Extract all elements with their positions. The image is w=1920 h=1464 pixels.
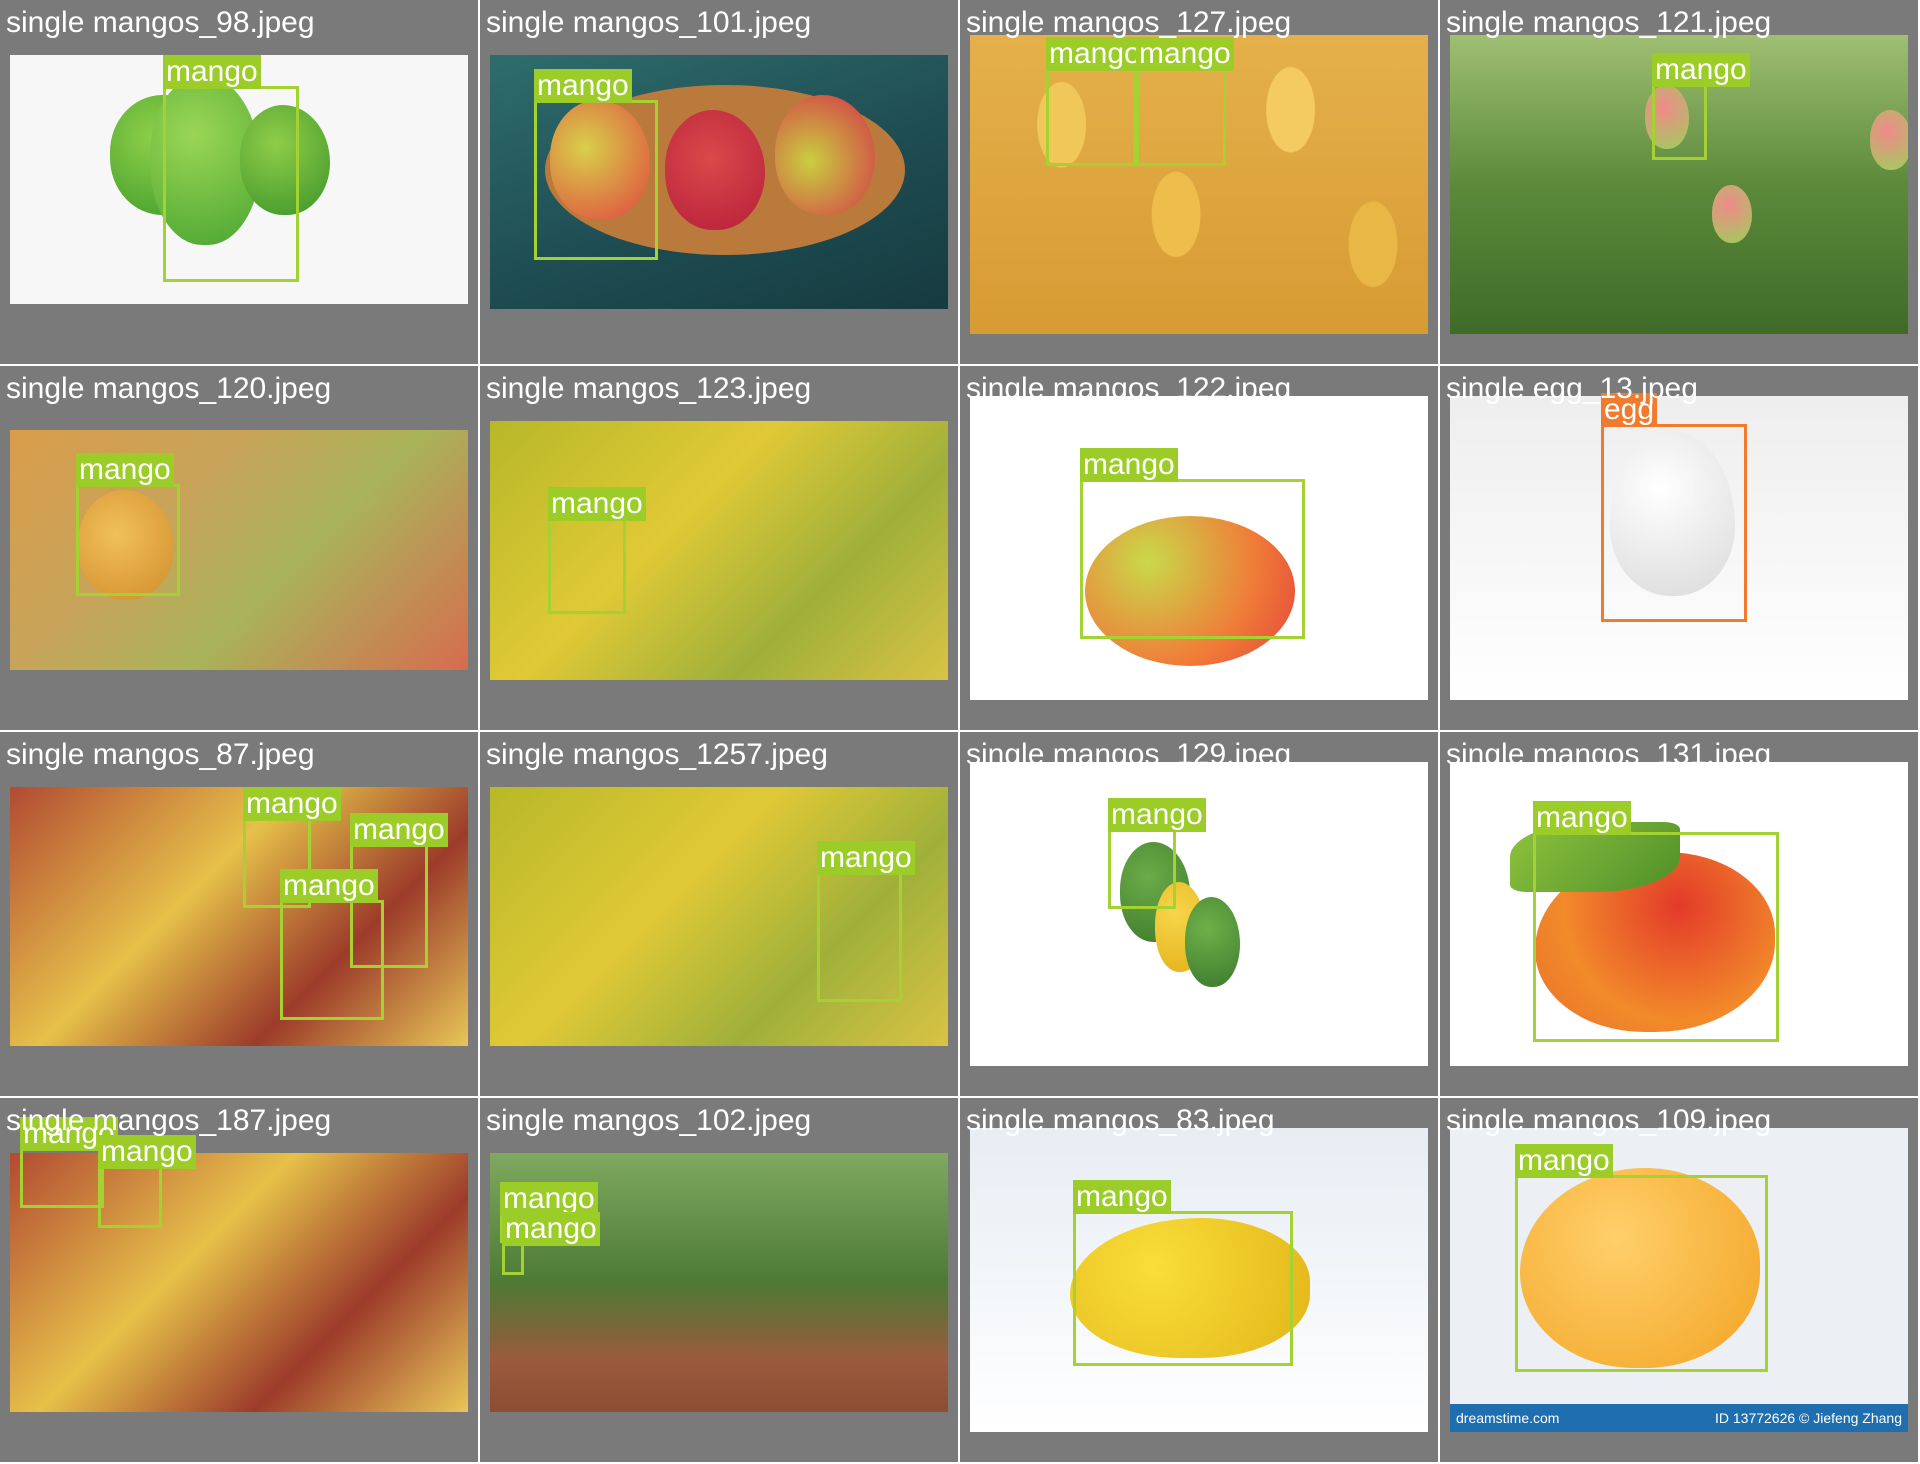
image-tile[interactable]: mango single mangos_123.jpeg — [480, 366, 960, 732]
detection-box: mango — [1515, 1144, 1768, 1372]
detection-label: mango — [1515, 1144, 1613, 1178]
detection-box: mango — [20, 1117, 118, 1208]
detection-box: mango — [76, 453, 180, 596]
image-tile[interactable]: mango single mangos_131.jpeg — [1440, 732, 1920, 1098]
tile-title: single mangos_127.jpeg — [966, 6, 1292, 39]
detection-label: mango — [1652, 53, 1750, 87]
detection-box: mango — [98, 1135, 196, 1228]
tile-title: single mangos_123.jpeg — [486, 372, 812, 405]
tile-title: single mangos_187.jpeg — [6, 1104, 332, 1137]
tile-title: single mangos_102.jpeg — [486, 1104, 812, 1137]
tile-title: single mangos_120.jpeg — [6, 372, 332, 405]
detection-label: mango — [502, 1212, 600, 1246]
image-tile[interactable]: mango single mangos_120.jpeg — [0, 366, 480, 732]
detection-label: mango — [243, 787, 341, 821]
image-tile[interactable]: mango single mangos_122.jpeg — [960, 366, 1440, 732]
tile-title: single mangos_101.jpeg — [486, 6, 812, 39]
detection-label: mango — [534, 69, 632, 103]
detection-label: mango — [76, 453, 174, 487]
image-tile[interactable]: mango single mangos_121.jpeg — [1440, 0, 1920, 366]
image-tile[interactable]: mango single mangos_1257.jpeg — [480, 732, 960, 1098]
detection-box: mango — [817, 841, 915, 1002]
image-tile[interactable]: mango mango mango single mangos_87.jpeg — [0, 732, 480, 1098]
tile-title: single mangos_83.jpeg — [966, 1104, 1275, 1137]
detection-label: mango — [548, 487, 646, 521]
watermark-id: ID 13772626 © Jiefeng Zhang — [1714, 1410, 1902, 1426]
detection-box: egg — [1601, 393, 1747, 622]
tile-title: single mangos_109.jpeg — [1446, 1104, 1772, 1137]
detection-box: mango — [548, 487, 646, 614]
tile-title: single mangos_1257.jpeg — [486, 738, 828, 771]
detection-label: mango — [1136, 37, 1234, 71]
detection-box: mango — [163, 55, 299, 282]
tile-title: single mangos_121.jpeg — [1446, 6, 1772, 39]
image-tile[interactable]: mango single mangos_129.jpeg — [960, 732, 1440, 1098]
watermark-site: dreamstime.com — [1456, 1410, 1560, 1426]
detection-label: mango — [1046, 37, 1144, 71]
watermark-bar: dreamstime.com ID 13772626 © Jiefeng Zha… — [1450, 1404, 1908, 1432]
detection-box: mango — [280, 869, 384, 1020]
image-tile[interactable]: mango single mangos_101.jpeg — [480, 0, 960, 366]
detection-label: mango — [500, 1182, 598, 1216]
image-tile[interactable]: mango mango single mangos_127.jpeg — [960, 0, 1440, 366]
tile-title: single mangos_87.jpeg — [6, 738, 315, 771]
detection-label: mango — [1108, 798, 1206, 832]
tile-title: single mangos_98.jpeg — [6, 6, 315, 39]
detection-box: mango — [1073, 1180, 1293, 1366]
image-tile[interactable]: dreamstime.com ID 13772626 © Jiefeng Zha… — [1440, 1098, 1920, 1464]
detection-box: mango — [1533, 801, 1779, 1042]
detection-box: mango — [1108, 798, 1206, 909]
image-tile[interactable]: mango mango single mangos_102.jpeg — [480, 1098, 960, 1464]
detection-label: mango — [1073, 1180, 1171, 1214]
detection-box: mango — [1136, 37, 1234, 166]
detection-label: mango — [1533, 801, 1631, 835]
tile-title: single mangos_131.jpeg — [1446, 738, 1772, 771]
detection-label: mango — [163, 55, 261, 89]
detection-box: mango — [534, 69, 658, 260]
image-tile[interactable]: egg single egg_13.jpeg — [1440, 366, 1920, 732]
detection-label: mango — [350, 813, 448, 847]
detection-label: mango — [280, 869, 378, 903]
tile-title: single mangos_122.jpeg — [966, 372, 1292, 405]
image-tile[interactable]: mango single mangos_98.jpeg — [0, 0, 480, 366]
detection-box: mango — [1652, 53, 1750, 160]
tile-title: single mangos_129.jpeg — [966, 738, 1292, 771]
detection-label: mango — [1080, 448, 1178, 482]
detection-box: mango — [502, 1212, 600, 1275]
detection-label: mango — [817, 841, 915, 875]
detection-label: mango — [98, 1135, 196, 1169]
detection-box: mango — [1080, 448, 1305, 639]
image-tile[interactable]: mango single mangos_83.jpeg — [960, 1098, 1440, 1464]
tile-title: single egg_13.jpeg — [1446, 372, 1698, 405]
detection-box: mango — [1046, 37, 1144, 166]
image-tile[interactable]: mango mango single mangos_187.jpeg — [0, 1098, 480, 1464]
image-grid: mango single mangos_98.jpeg mango single… — [0, 0, 1920, 1464]
